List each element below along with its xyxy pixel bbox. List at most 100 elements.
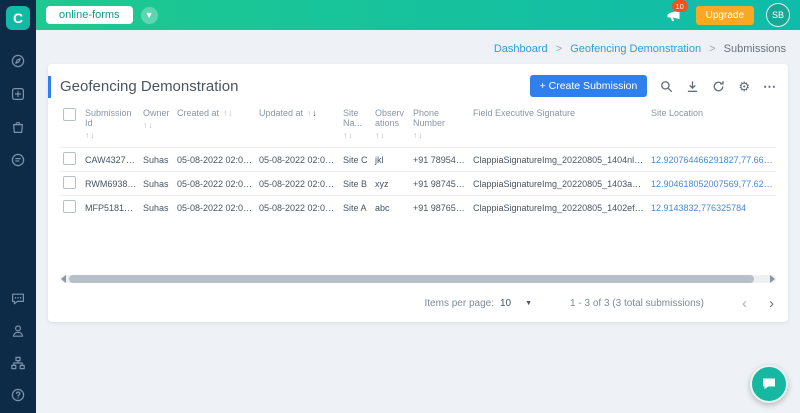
prev-page-button[interactable]: ‹ — [742, 296, 747, 311]
cell-site: Site C — [340, 148, 372, 172]
cell-site: Site A — [340, 196, 372, 220]
settings-icon[interactable]: ⚙ — [738, 80, 750, 93]
breadcrumb-dashboard[interactable]: Dashboard — [494, 43, 548, 55]
chat-bubble-icon — [761, 376, 777, 392]
main-column: online-forms ▼ 10 Upgrade SB Dashboard >… — [36, 0, 800, 413]
table-row[interactable]: MFP51810901Suhas05-08-2022 02:02 PM05-08… — [60, 196, 776, 220]
pagination: Items per page: 10 ▼ 1 - 3 of 3 (3 total… — [48, 283, 788, 316]
sort-arrows-icon[interactable]: ↑↓ — [143, 120, 171, 130]
items-per-page-select[interactable]: 10 ▼ — [500, 298, 532, 309]
column-label: Submission Id — [85, 108, 137, 128]
cell-phone: +91 9876543210 — [410, 196, 470, 220]
app-logo[interactable]: C — [6, 6, 30, 30]
help-icon[interactable] — [10, 386, 27, 403]
chevron-down-icon[interactable]: ▼ — [141, 7, 158, 24]
create-submission-button[interactable]: + Create Submission — [530, 75, 648, 97]
cell-id: CAW43279562 — [82, 148, 140, 172]
create-app-icon[interactable] — [10, 85, 27, 102]
cell-owner: Suhas — [140, 148, 174, 172]
submissions-icon[interactable] — [10, 151, 27, 168]
cell-updated: 05-08-2022 02:04 PM — [256, 148, 340, 172]
cell-signature: ClappiaSignatureImg_20220805_1403a7ma4.j… — [470, 172, 648, 196]
cell-obs: abc — [372, 196, 410, 220]
sort-arrows-icon[interactable]: ↑↓ — [85, 130, 137, 140]
column-header-updated[interactable]: Updated at↑↓ — [256, 106, 340, 148]
caret-down-icon: ▼ — [525, 300, 532, 307]
refresh-icon[interactable] — [712, 80, 725, 93]
pagination-range: 1 - 3 of 3 (3 total submissions) — [570, 298, 704, 309]
column-label: Site Na... — [343, 108, 369, 128]
notifications-button[interactable]: 10 — [664, 5, 684, 25]
row-checkbox[interactable] — [63, 176, 76, 189]
column-header-created[interactable]: Created at ↑↓ — [174, 106, 256, 148]
search-icon[interactable] — [660, 80, 673, 93]
items-per-page: Items per page: 10 ▼ — [425, 298, 533, 309]
cell-signature: ClappiaSignatureImg_20220805_1404nlcn.jp… — [470, 148, 648, 172]
download-icon[interactable] — [686, 80, 699, 93]
more-icon[interactable]: ⋯ — [763, 80, 776, 93]
pager-buttons: ‹ › — [742, 296, 774, 311]
cell-signature: ClappiaSignatureImg_20220805_1402ef26b.j… — [470, 196, 648, 220]
workplace-icon[interactable] — [10, 118, 27, 135]
scrollbar-thumb[interactable] — [69, 275, 754, 283]
app-switcher-button[interactable]: online-forms — [46, 6, 133, 24]
row-checkbox[interactable] — [63, 200, 76, 213]
org-hierarchy-icon[interactable] — [10, 354, 27, 371]
cell-location[interactable]: 12.904618052007569,77.62538387619944 — [648, 172, 776, 196]
scroll-right-icon[interactable] — [770, 275, 775, 283]
dashboard-icon[interactable] — [10, 52, 27, 69]
horizontal-scrollbar[interactable] — [60, 275, 776, 283]
column-label: Phone Number — [413, 108, 467, 128]
table-row[interactable]: RWM69383860Suhas05-08-2022 02:04 PM05-08… — [60, 172, 776, 196]
chat-fab-button[interactable] — [750, 365, 788, 403]
cell-updated: 05-08-2022 02:04 PM — [256, 172, 340, 196]
upgrade-button[interactable]: Upgrade — [696, 6, 754, 25]
submissions-card: Geofencing Demonstration + Create Submis… — [48, 64, 788, 322]
card-header: Geofencing Demonstration + Create Submis… — [48, 64, 788, 106]
avatar[interactable]: SB — [766, 3, 790, 27]
sort-arrows-icon[interactable]: ↑↓ — [223, 108, 234, 118]
cell-location[interactable]: 12.920764466291827,77.6688399441162 — [648, 148, 776, 172]
cell-phone: +91 7895412630 — [410, 148, 470, 172]
select-all-checkbox[interactable] — [63, 108, 76, 121]
table-row[interactable]: CAW43279562Suhas05-08-2022 02:04 PM05-08… — [60, 148, 776, 172]
topbar-right: 10 Upgrade SB — [664, 3, 790, 27]
chat-icon[interactable] — [10, 290, 27, 307]
app-root: C — [0, 0, 800, 413]
next-page-button[interactable]: › — [769, 296, 774, 311]
column-label: Site Location — [651, 108, 773, 118]
sort-arrows-icon[interactable]: ↑↓ — [307, 108, 318, 118]
sort-arrows-icon[interactable]: ↑↓ — [375, 130, 407, 140]
column-header-obs[interactable]: Observations↑↓ — [372, 106, 410, 148]
notification-badge: 10 — [672, 0, 688, 12]
column-header-site[interactable]: Site Na... ↑↓ — [340, 106, 372, 148]
breadcrumb-separator: > — [709, 43, 715, 55]
content-area: Dashboard > Geofencing Demonstration > S… — [36, 30, 800, 413]
column-label: Created at — [177, 108, 219, 118]
sort-arrows-icon[interactable]: ↑↓ — [413, 130, 467, 140]
toolbar: + Create Submission ⚙ ⋯ — [530, 75, 776, 97]
select-all-cell — [60, 106, 82, 148]
cell-phone: +91 9874563210 — [410, 172, 470, 196]
cell-updated: 05-08-2022 02:02 PM — [256, 196, 340, 220]
breadcrumb-app[interactable]: Geofencing Demonstration — [570, 43, 701, 55]
breadcrumb-current: Submissions — [724, 43, 786, 55]
support-agent-icon[interactable] — [10, 322, 27, 339]
page-title: Geofencing Demonstration — [60, 78, 238, 95]
column-label: Field Executive Signature — [473, 108, 645, 118]
column-header-location: Site Location — [648, 106, 776, 148]
cell-id: MFP51810901 — [82, 196, 140, 220]
cell-site: Site B — [340, 172, 372, 196]
cell-obs: jkl — [372, 148, 410, 172]
scroll-left-icon[interactable] — [61, 275, 66, 283]
row-checkbox[interactable] — [63, 152, 76, 165]
column-header-phone[interactable]: Phone Number ↑↓ — [410, 106, 470, 148]
row-checkbox-cell — [60, 196, 82, 220]
cell-location[interactable]: 12.9143832,776325784 — [648, 196, 776, 220]
column-header-id[interactable]: Submission Id ↑↓ — [82, 106, 140, 148]
column-header-owner[interactable]: Owner↑↓ — [140, 106, 174, 148]
items-per-page-label: Items per page: — [425, 298, 494, 309]
row-checkbox-cell — [60, 172, 82, 196]
sort-arrows-icon[interactable]: ↑↓ — [343, 130, 369, 140]
submissions-table: Submission Id↑↓Owner↑↓Created at↑↓Update… — [60, 106, 776, 219]
